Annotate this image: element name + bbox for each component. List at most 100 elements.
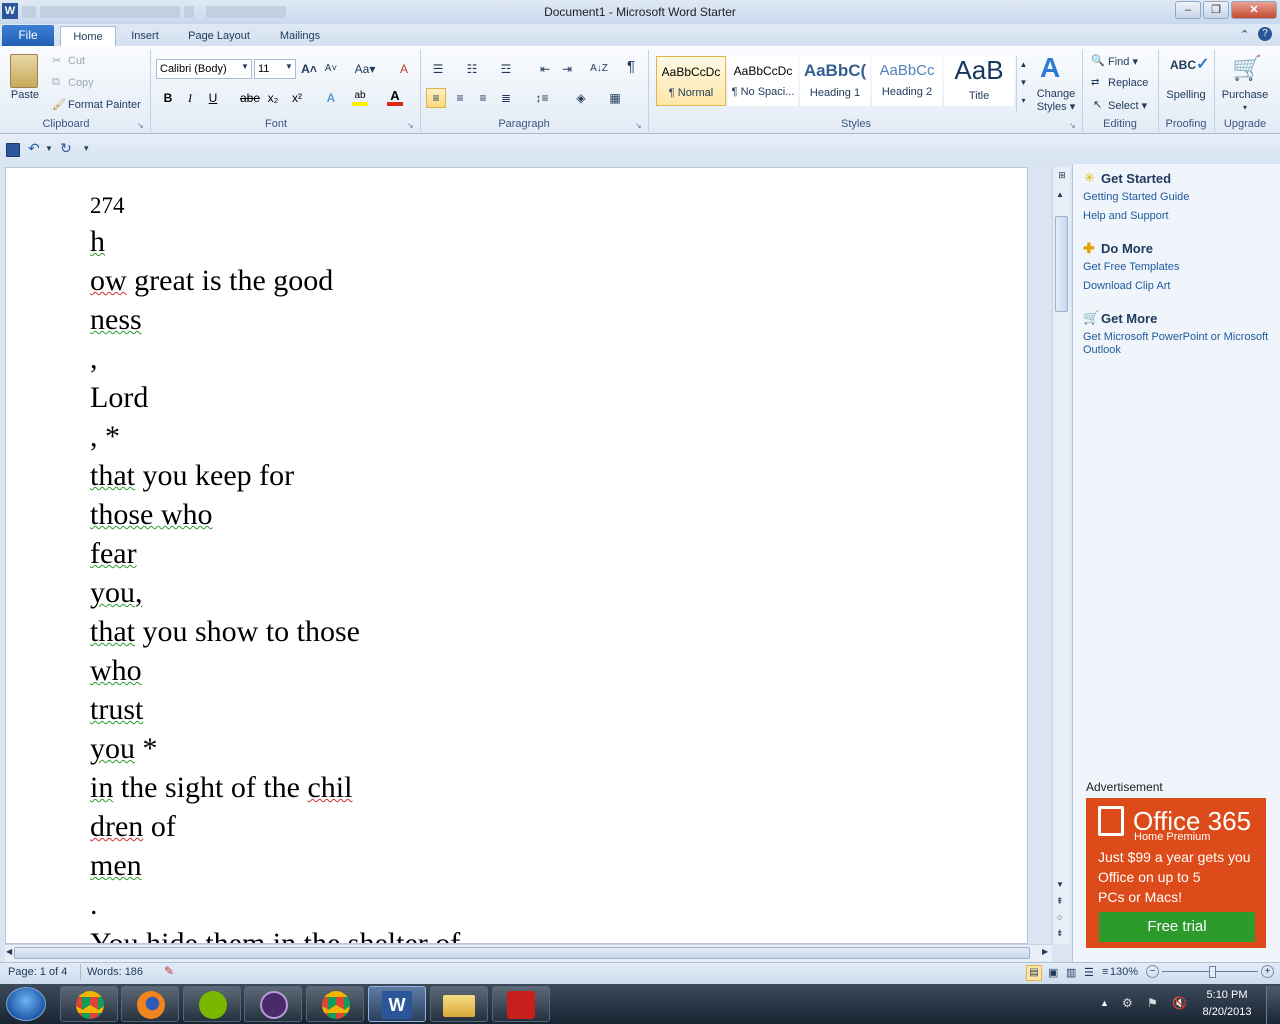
free-templates-link[interactable]: Get Free Templates [1083,261,1179,273]
page-count[interactable]: Page: 1 of 4 [8,966,67,978]
zoom-in-icon[interactable]: + [1261,965,1274,978]
font-family-select[interactable]: Calibri (Body) [156,59,252,79]
chevron-down-icon[interactable]: ▼ [241,62,249,71]
multilevel-list-icon[interactable]: ☲ [496,60,516,78]
clock-date[interactable]: 8/20/2013 [1198,1006,1256,1018]
ribbon-collapse-icon[interactable]: ⌃ [1240,28,1249,41]
scroll-down-icon[interactable]: ▼ [1056,880,1064,889]
full-screen-icon[interactable]: ▣ [1048,966,1058,979]
document-body[interactable]: 274 h ow great is the good ness , Lord ,… [90,190,460,943]
tab-insert[interactable]: Insert [124,26,166,46]
justify-icon[interactable]: ≣ [497,89,515,107]
taskbar-chrome[interactable] [60,986,118,1022]
scroll-right-icon[interactable]: ▶ [1042,947,1048,956]
free-trial-button[interactable]: Free trial [1099,912,1255,942]
chevron-down-icon[interactable]: ▼ [285,62,293,71]
show-formatting-button[interactable]: ¶ [622,58,640,76]
align-right-icon[interactable]: ≡ [474,89,492,107]
help-support-link[interactable]: Help and Support [1083,210,1169,222]
action-center-icon[interactable]: ⚑ [1147,996,1158,1010]
font-color-icon[interactable]: A [387,88,403,106]
align-center-icon[interactable]: ≡ [451,89,469,107]
zoom-slider-thumb[interactable] [1209,966,1216,978]
highlight-icon[interactable]: ab [352,90,368,106]
restore-button[interactable]: ❐ [1203,1,1229,19]
clipboard-launcher-icon[interactable]: ↘ [137,121,144,130]
scroll-up-icon[interactable]: ▲ [1056,190,1064,199]
style-heading-2[interactable]: AaBbCc Heading 2 [872,56,942,106]
tab-page-layout[interactable]: Page Layout [180,26,258,46]
clip-art-link[interactable]: Download Clip Art [1083,280,1170,292]
document-page[interactable]: 274 h ow great is the good ness , Lord ,… [5,167,1028,944]
taskbar-chrome-2[interactable] [306,986,364,1022]
copy-button[interactable]: Copy [68,77,94,89]
grow-font-button[interactable]: A˄ [300,60,318,78]
change-styles-icon[interactable]: A [1040,52,1060,84]
paste-icon[interactable] [10,54,38,88]
tab-home[interactable]: Home [60,26,116,46]
taskbar-acrobat[interactable] [492,986,550,1022]
taskbar-word[interactable]: W [368,986,426,1022]
spelling-icon[interactable]: ABC✓ [1170,54,1209,74]
redo-icon[interactable]: ↻ [60,140,72,157]
customize-toolbar-icon[interactable]: ▾ [84,143,89,154]
decrease-indent-icon[interactable]: ⇤ [536,60,554,78]
tab-mailings[interactable]: Mailings [272,26,328,46]
vertical-scroll-thumb[interactable] [1055,216,1068,312]
bullets-icon[interactable]: ☰ [428,60,448,78]
paste-button[interactable]: Paste [8,89,42,101]
word-count[interactable]: Words: 186 [87,966,143,978]
styles-launcher-icon[interactable]: ↘ [1069,121,1076,130]
print-layout-icon[interactable]: ▤ [1026,965,1042,981]
shading-icon[interactable]: ◈ [570,89,592,107]
underline-button[interactable]: U [205,89,221,107]
styles-scroll[interactable]: ▲ ▼ ▾ [1016,56,1030,112]
clock-time[interactable]: 5:10 PM [1198,989,1256,1001]
find-button[interactable]: Find ▾ [1108,55,1138,68]
style-heading-1[interactable]: AaBbC( Heading 1 [800,56,870,106]
web-layout-icon[interactable]: ▥ [1066,966,1076,979]
change-styles-button[interactable]: Change Styles ▾ [1034,88,1078,114]
select-button[interactable]: Select ▾ [1108,99,1147,112]
superscript-button[interactable]: x² [288,89,306,107]
proofing-status-icon[interactable]: ✎ [164,964,174,978]
shopping-cart-icon[interactable]: 🛒 [1232,54,1262,83]
save-icon[interactable] [6,143,20,157]
style-normal[interactable]: AaBbCcDc ¶ Normal [656,56,726,106]
previous-page-icon[interactable]: ⇞ [1056,896,1064,907]
taskbar-music-app[interactable] [244,986,302,1022]
strikethrough-button[interactable]: abe [238,89,262,107]
steam-icon[interactable]: ⚙ [1122,996,1133,1010]
bold-button[interactable]: B [160,89,176,107]
help-icon[interactable]: ? [1258,27,1272,41]
close-button[interactable]: ✕ [1231,1,1277,19]
undo-dropdown-icon[interactable]: ▼ [45,144,53,153]
show-desktop-button[interactable] [1266,986,1280,1024]
shrink-font-button[interactable]: A˅ [322,60,340,78]
replace-button[interactable]: Replace [1108,77,1148,89]
subscript-button[interactable]: x₂ [264,89,282,107]
scroll-left-icon[interactable]: ◀ [6,947,12,956]
browse-object-icon[interactable]: ○ [1057,912,1062,922]
undo-icon[interactable]: ↶ [28,140,40,157]
increase-indent-icon[interactable]: ⇥ [558,60,576,78]
italic-button[interactable]: I [182,89,198,107]
style-no-spacing[interactable]: AaBbCcDc ¶ No Spaci... [728,56,798,106]
taskbar-explorer[interactable] [430,986,488,1022]
horizontal-scroll-thumb[interactable] [14,947,1030,959]
zoom-level[interactable]: 130% [1108,966,1138,978]
next-page-icon[interactable]: ⇟ [1056,928,1064,939]
borders-icon[interactable]: ▦ [604,89,626,107]
sort-button[interactable]: A↓Z [588,60,610,78]
taskbar-firefox[interactable] [121,986,179,1022]
start-button[interactable] [6,987,46,1021]
font-launcher-icon[interactable]: ↘ [407,121,414,130]
align-left-icon[interactable]: ≡ [426,88,446,108]
get-office-apps-link[interactable]: Get Microsoft PowerPoint or Microsoft [1083,331,1268,343]
paragraph-launcher-icon[interactable]: ↘ [635,121,642,130]
numbering-icon[interactable]: ☷ [462,60,482,78]
spelling-button[interactable]: Spelling [1162,89,1210,101]
ruler-toggle-icon[interactable]: ⊞ [1055,170,1069,184]
taskbar-spotify[interactable] [183,986,241,1022]
style-title[interactable]: AaB Title [944,56,1014,106]
